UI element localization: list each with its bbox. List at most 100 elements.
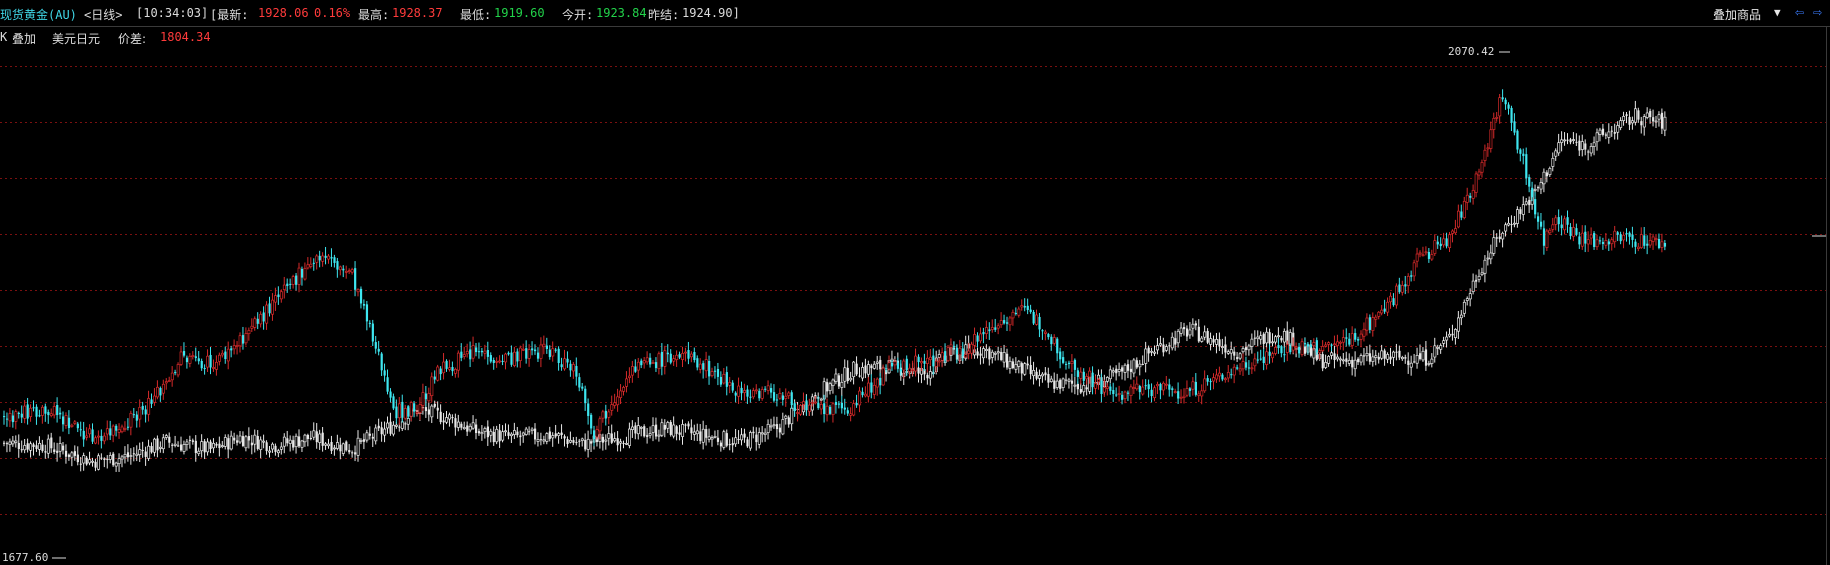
gold-candle: [188, 355, 192, 364]
chevron-down-icon[interactable]: ▼: [1774, 6, 1781, 19]
usdjpy-candle: [159, 446, 162, 449]
usdjpy-candle: [1000, 351, 1003, 360]
gold-candle: [460, 351, 463, 358]
candlestick-chart[interactable]: 2070.42 1677.60: [0, 44, 1830, 565]
gold-candle: [1392, 298, 1395, 306]
gold-candle: [1050, 336, 1053, 345]
usdjpy-candle: [1055, 380, 1059, 388]
usdjpy-candle: [203, 441, 206, 453]
gold-candle: [1374, 316, 1378, 320]
gold-candle: [1244, 362, 1248, 368]
gold-candle: [1023, 306, 1026, 308]
gold-candle: [1011, 311, 1015, 319]
usdjpy-candle: [312, 430, 316, 438]
gold-candle: [598, 418, 602, 432]
usdjpy-candle: [566, 439, 569, 445]
usdjpy-candle: [168, 436, 171, 443]
usdjpy-candle: [861, 367, 865, 379]
gold-candle: [62, 416, 65, 425]
usdjpy-candle: [1185, 328, 1189, 337]
gold-candle: [829, 406, 832, 414]
usdjpy-candle: [1065, 379, 1068, 381]
usdjpy-candle: [271, 443, 275, 450]
usdjpy-candle: [1250, 338, 1254, 347]
gold-candle: [1341, 337, 1345, 343]
gold-candle: [545, 345, 548, 349]
usdjpy-candle: [73, 451, 76, 456]
gold-candle: [630, 366, 634, 376]
gold-candle: [333, 257, 336, 263]
gold-candle: [1330, 344, 1333, 346]
gold-candle: [864, 393, 867, 397]
usdjpy-candle: [740, 434, 744, 441]
gold-candle: [1298, 346, 1301, 354]
usdjpy-candle: [383, 428, 387, 436]
gold-candle: [1283, 354, 1286, 356]
usdjpy-candle: [705, 429, 708, 438]
gold-candle: [126, 426, 130, 428]
gold-candle: [628, 375, 631, 378]
usdjpy-candle: [1200, 337, 1204, 342]
gold-candle: [551, 348, 555, 357]
gold-candle: [88, 428, 92, 435]
usdjpy-candle: [1271, 341, 1275, 344]
usdjpy-candle: [1619, 120, 1623, 128]
usdjpy-candle: [1233, 351, 1236, 356]
gold-candle: [645, 357, 649, 363]
usdjpy-candle: [719, 442, 723, 447]
gold-candle: [1454, 228, 1457, 234]
usdjpy-candle: [1141, 363, 1144, 365]
usdjpy-candle: [831, 379, 835, 386]
usdjpy-candle: [460, 423, 463, 428]
time-label: [10:34:03]: [136, 6, 209, 20]
usdjpy-candle: [1554, 150, 1558, 157]
usdjpy-candle: [1471, 280, 1475, 292]
gold-candle: [91, 429, 94, 442]
gold-candle: [1350, 333, 1354, 346]
gold-candle: [622, 387, 626, 392]
gold-candle: [1406, 275, 1410, 286]
usdjpy-candle: [760, 432, 764, 435]
usdjpy-candle: [274, 445, 277, 452]
gold-candle: [1147, 384, 1150, 390]
gold-candle: [1047, 334, 1050, 338]
gold-candle: [191, 355, 195, 357]
gold-candle: [1418, 252, 1422, 255]
gold-candle: [359, 288, 363, 304]
usdjpy-candle: [395, 424, 398, 427]
gold-candle: [593, 430, 596, 440]
usdjpy-candle: [1551, 157, 1555, 167]
arrow-right-icon[interactable]: ⇨: [1813, 3, 1822, 21]
usdjpy-candle: [613, 438, 617, 442]
usdjpy-candle: [1436, 346, 1440, 349]
usdjpy-candle: [1011, 361, 1015, 369]
period-label[interactable]: <日线>: [84, 6, 122, 23]
gold-candle: [439, 368, 442, 375]
gold-candle: [1539, 221, 1543, 227]
arrow-left-icon[interactable]: ⇦: [1795, 3, 1804, 21]
overlay-commodity-button[interactable]: 叠加商品: [1713, 6, 1761, 23]
gold-candle: [790, 392, 793, 406]
usdjpy-candle: [926, 374, 929, 379]
usdjpy-candle: [1241, 348, 1245, 353]
gold-candle: [955, 347, 959, 355]
gold-candle: [817, 402, 820, 409]
gold-candle: [105, 428, 109, 435]
gold-candle: [787, 392, 791, 397]
gold-candle: [17, 412, 20, 414]
usdjpy-candle: [1392, 351, 1395, 358]
gold-candle: [1474, 173, 1478, 193]
gold-candle: [525, 348, 528, 359]
instrument-name[interactable]: 现货黄金(AU): [0, 6, 77, 23]
gold-candle: [1173, 391, 1177, 394]
gold-candle: [1377, 311, 1381, 317]
gold-candle: [1182, 395, 1186, 398]
usdjpy-candle: [572, 440, 575, 443]
usdjpy-candle: [1338, 358, 1342, 361]
gold-candle: [823, 403, 826, 415]
gold-candle: [176, 364, 180, 376]
usdjpy-candle: [1613, 132, 1616, 134]
gold-candle: [1631, 234, 1634, 240]
gold-candle: [1365, 317, 1369, 331]
usdjpy-candle: [837, 375, 841, 387]
